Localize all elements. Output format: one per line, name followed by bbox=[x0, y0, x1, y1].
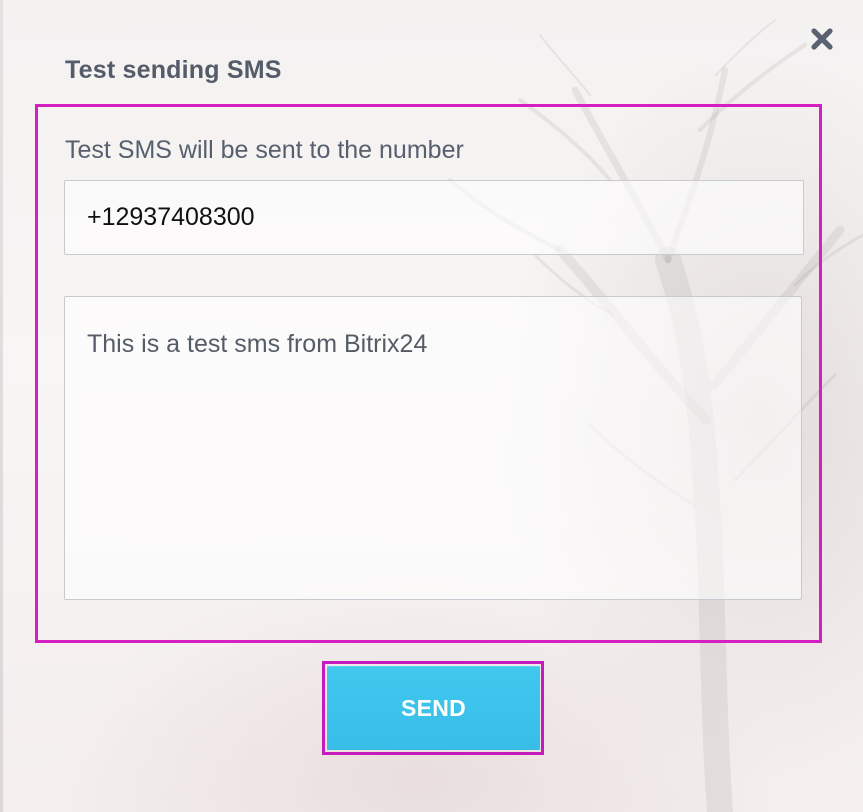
close-icon[interactable] bbox=[810, 27, 834, 51]
test-sms-dialog: Test sending SMS Test SMS will be sent t… bbox=[0, 0, 863, 812]
phone-number-input[interactable] bbox=[64, 180, 804, 255]
phone-number-label: Test SMS will be sent to the number bbox=[65, 136, 464, 164]
dialog-title: Test sending SMS bbox=[65, 56, 282, 84]
send-button[interactable]: SEND bbox=[327, 666, 540, 750]
sms-message-textarea[interactable]: This is a test sms from Bitrix24 bbox=[64, 296, 802, 600]
